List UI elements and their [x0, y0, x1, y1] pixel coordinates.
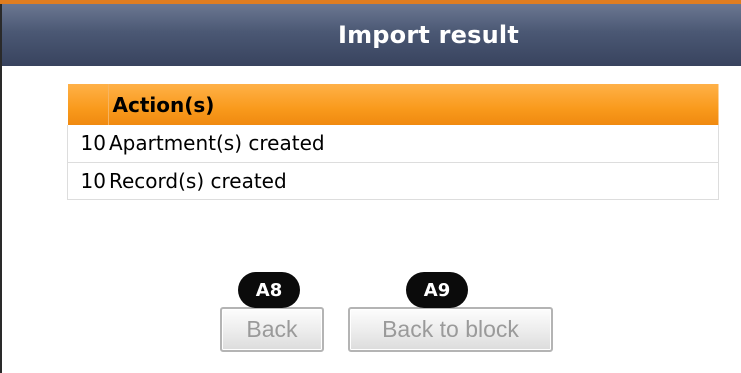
annotation-badge-a9: A9 [406, 272, 468, 308]
table-row: 10 Apartment(s) created [67, 125, 719, 163]
row-description: Record(s) created [108, 162, 719, 200]
row-count: 10 [67, 125, 108, 163]
count-column-header [68, 84, 109, 125]
header-bar: Import result [2, 4, 741, 66]
back-to-block-button[interactable]: Back to block [348, 307, 553, 352]
table-row: 10 Record(s) created [67, 162, 719, 200]
page-title: Import result [337, 21, 519, 49]
result-table: Action(s) 10 Apartment(s) created 10 Rec… [67, 84, 719, 200]
actions-column-header: Action(s) [107, 84, 719, 125]
back-button[interactable]: Back [220, 307, 324, 352]
annotation-badge-a8: A8 [238, 272, 300, 308]
row-count: 10 [67, 162, 108, 200]
table-header-row: Action(s) [67, 84, 719, 125]
result-table-container: Action(s) 10 Apartment(s) created 10 Rec… [67, 84, 719, 200]
row-description: Apartment(s) created [108, 125, 719, 163]
